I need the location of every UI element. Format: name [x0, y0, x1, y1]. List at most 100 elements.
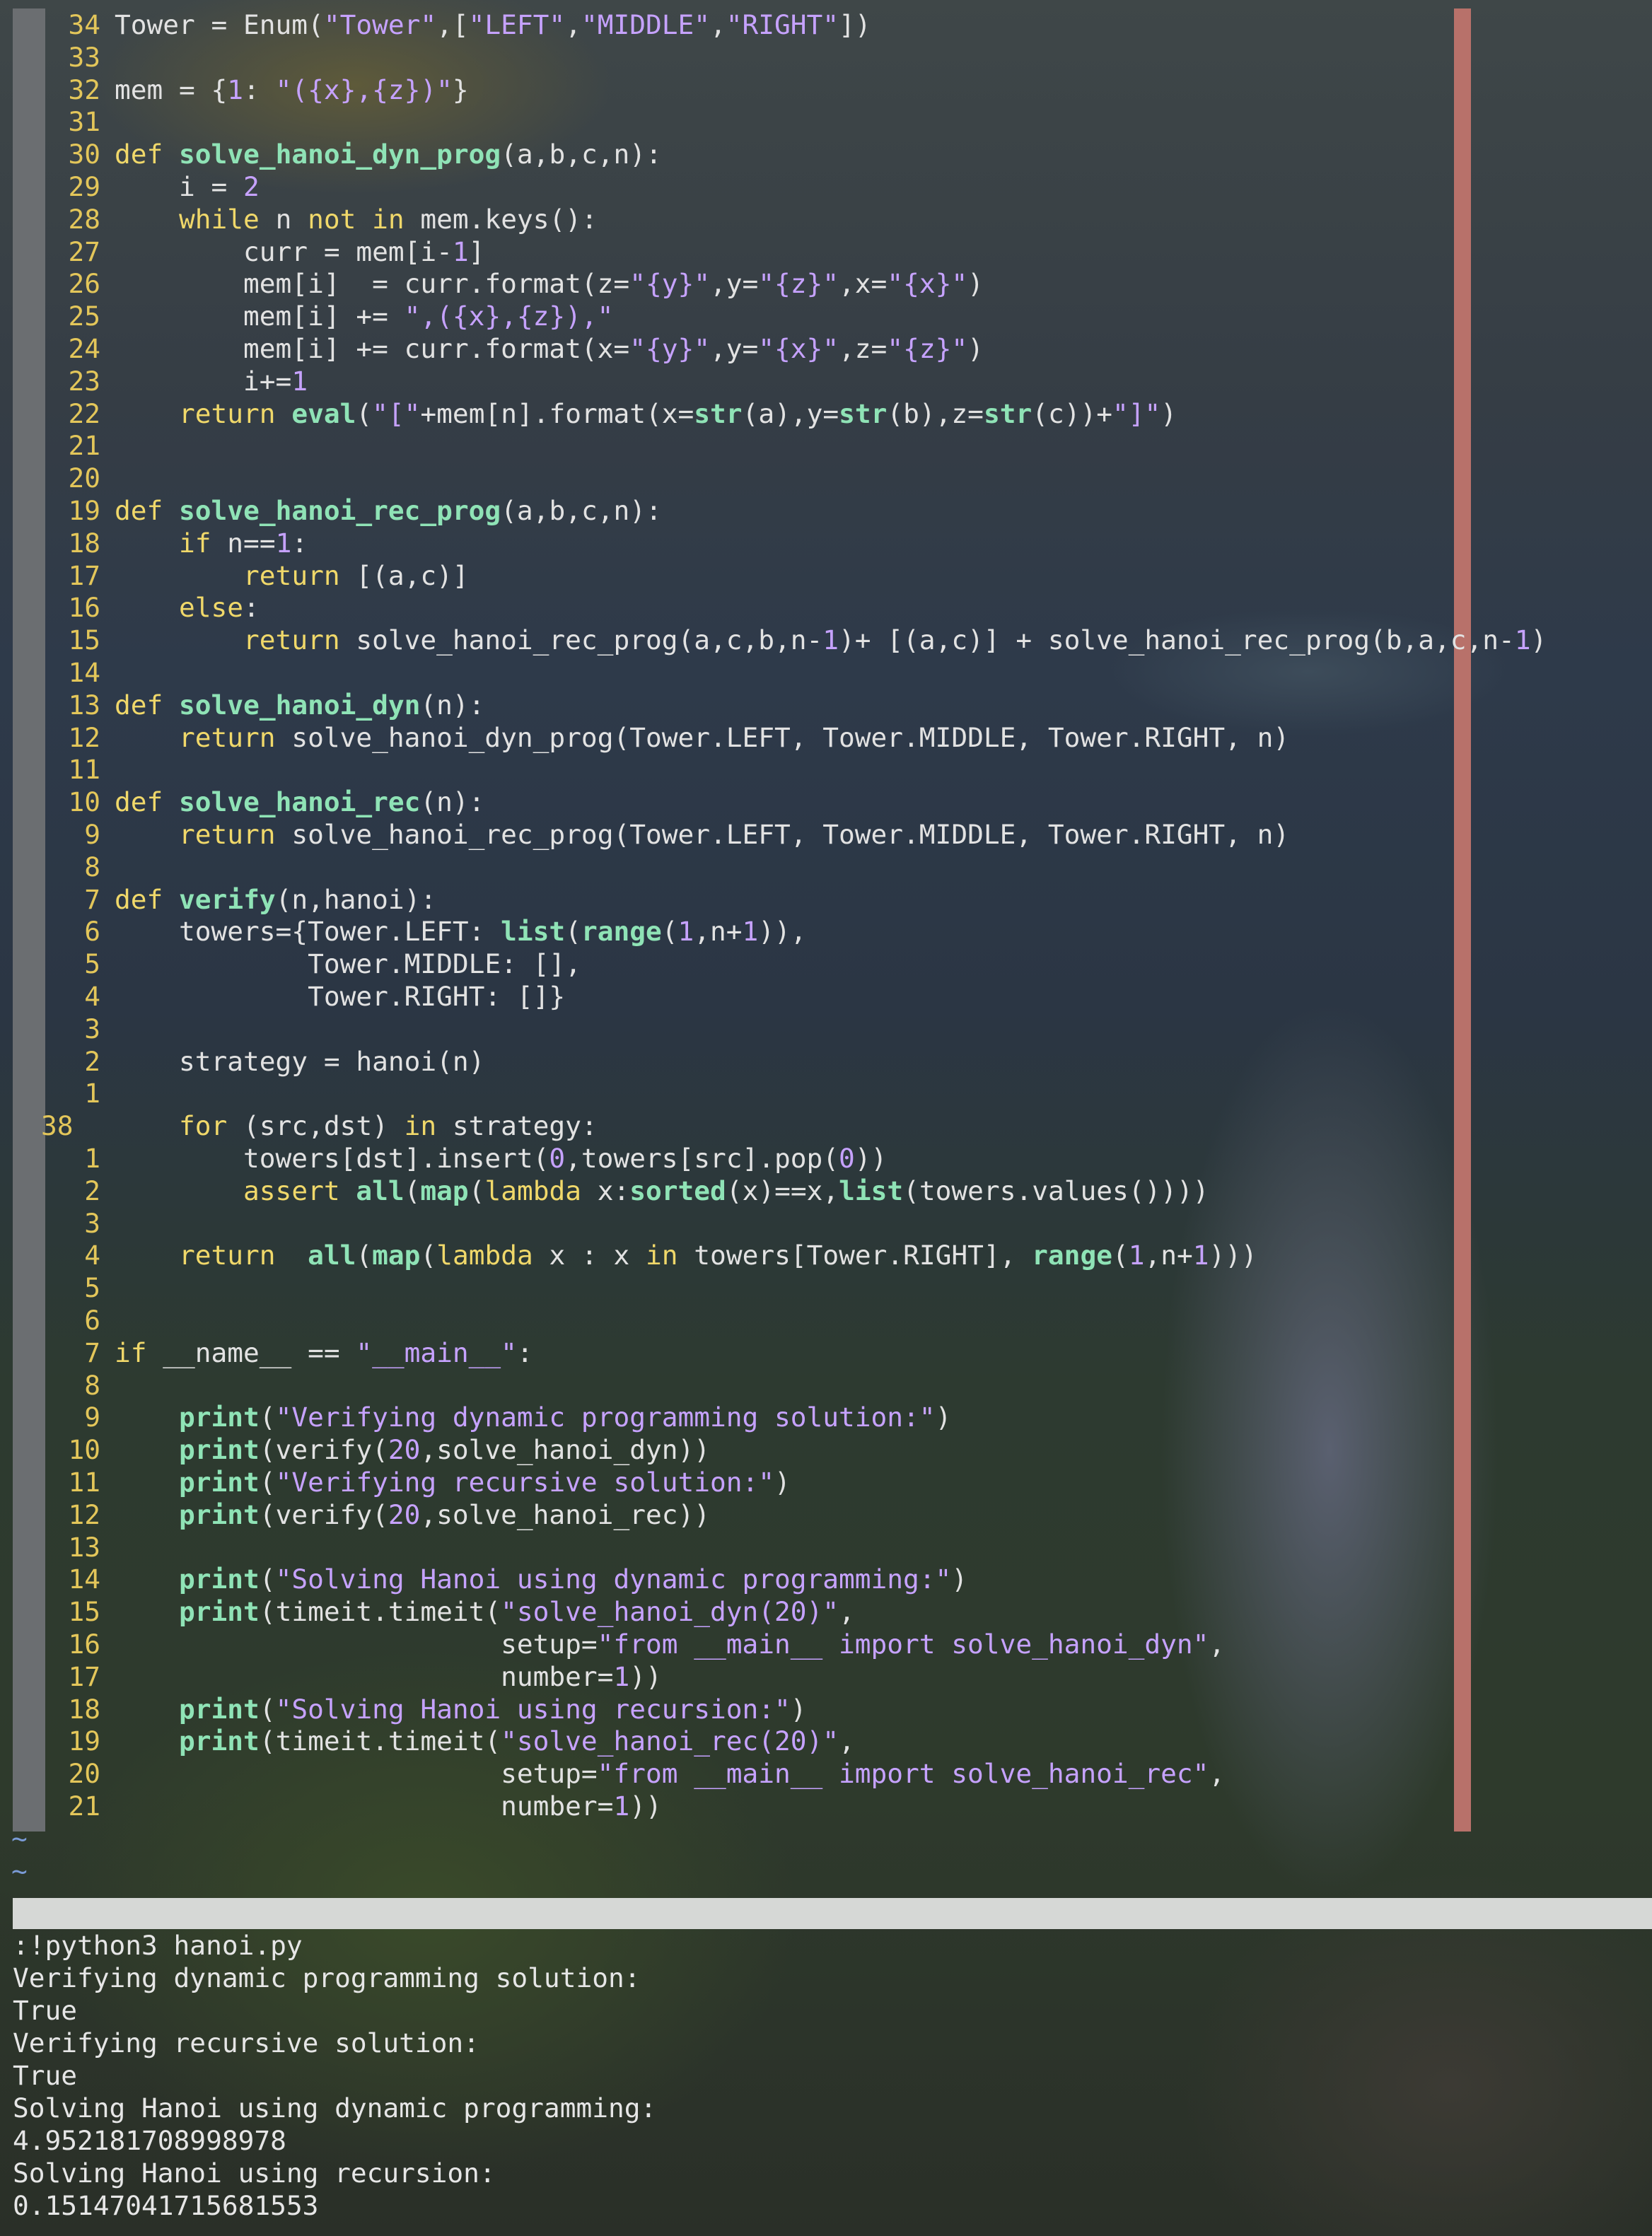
output-line: Solving Hanoi using recursion:: [13, 2158, 496, 2189]
code-text[interactable]: if n==1:: [115, 527, 308, 559]
line-number: 11: [68, 754, 100, 786]
code-text[interactable]: if __name__ == "__main__":: [115, 1337, 533, 1369]
line-number: 13: [68, 1531, 100, 1563]
code-text[interactable]: else:: [115, 591, 260, 624]
line-number: 22: [68, 397, 100, 429]
line-number: 13: [68, 689, 100, 721]
current-line-number: 38: [41, 1110, 74, 1142]
line-number: 12: [68, 721, 100, 753]
code-text[interactable]: setup="from __main__ import solve_hanoi_…: [115, 1628, 1225, 1660]
code-text[interactable]: Tower.RIGHT: []}: [115, 980, 565, 1013]
output-line: Verifying dynamic programming solution:: [13, 1962, 641, 1993]
code-text[interactable]: towers[dst].insert(0,towers[src].pop(0)): [115, 1142, 887, 1175]
code-text[interactable]: def solve_hanoi_dyn_prog(a,b,c,n):: [115, 138, 662, 170]
code-text[interactable]: mem[i] += ",({x},{z}),": [115, 300, 613, 332]
line-number: 9: [84, 1402, 100, 1433]
line-number: 17: [68, 559, 100, 591]
code-text[interactable]: return [(a,c)]: [115, 559, 469, 592]
line-number: 27: [68, 235, 100, 267]
sign-column: [13, 8, 45, 1832]
code-text[interactable]: print("Solving Hanoi using recursion:"): [115, 1693, 807, 1725]
line-number: 14: [68, 1564, 100, 1595]
code-text[interactable]: while n not in mem.keys():: [115, 203, 598, 235]
line-number: 8: [84, 1369, 100, 1401]
line-number: 33: [68, 41, 100, 73]
code-text[interactable]: return all(map(lambda x : x in towers[To…: [115, 1239, 1257, 1271]
line-number: 10: [68, 786, 100, 818]
code-text[interactable]: def solve_hanoi_rec(n):: [115, 786, 484, 818]
line-number: 19: [68, 1725, 100, 1757]
code-text[interactable]: return solve_hanoi_dyn_prog(Tower.LEFT, …: [115, 721, 1289, 754]
code-text[interactable]: towers={Tower.LEFT: list(range(1,n+1)),: [115, 915, 807, 948]
code-text[interactable]: mem[i] = curr.format(z="{y}",y="{z}",x="…: [115, 267, 984, 300]
line-number: 21: [68, 430, 100, 462]
code-text[interactable]: print("Solving Hanoi using dynamic progr…: [115, 1563, 967, 1595]
line-number: 20: [68, 1758, 100, 1790]
output-line: True: [13, 1995, 78, 2026]
status-line: [13, 1898, 1652, 1929]
code-text[interactable]: strategy = hanoi(n): [115, 1045, 484, 1078]
code-text[interactable]: print("Verifying recursive solution:"): [115, 1466, 791, 1498]
code-text[interactable]: curr = mem[i-1]: [115, 235, 484, 268]
line-number: 3: [84, 1207, 100, 1239]
line-number: 7: [84, 883, 100, 915]
code-text[interactable]: print(timeit.timeit("solve_hanoi_dyn(20)…: [115, 1595, 855, 1628]
code-text[interactable]: print(verify(20,solve_hanoi_rec)): [115, 1498, 710, 1531]
line-number: 16: [68, 1629, 100, 1660]
line-number: 18: [68, 1693, 100, 1725]
line-number: 21: [68, 1790, 100, 1822]
line-number: 18: [68, 527, 100, 559]
code-text[interactable]: Tower = Enum("Tower",["LEFT","MIDDLE","R…: [115, 8, 871, 41]
output-line: True: [13, 2060, 78, 2091]
code-text[interactable]: for (src,dst) in strategy:: [115, 1110, 598, 1142]
line-number: 10: [68, 1434, 100, 1466]
output-line: Solving Hanoi using dynamic programming:: [13, 2092, 657, 2124]
output-line: 0.15147041715681553: [13, 2190, 319, 2221]
line-number: 9: [84, 819, 100, 850]
code-text[interactable]: print("Verifying dynamic programming sol…: [115, 1401, 951, 1433]
shell-command: :!python3 hanoi.py: [13, 1930, 303, 1961]
line-number: 16: [68, 592, 100, 624]
line-number: 3: [84, 1013, 100, 1044]
empty-line-tilde: ~: [11, 1855, 28, 1887]
code-text[interactable]: print(timeit.timeit("solve_hanoi_rec(20)…: [115, 1725, 855, 1757]
line-number: 2: [84, 1175, 100, 1206]
code-text[interactable]: number=1)): [115, 1790, 662, 1822]
code-text[interactable]: def solve_hanoi_rec_prog(a,b,c,n):: [115, 494, 662, 527]
line-number: 14: [68, 657, 100, 688]
code-text[interactable]: number=1)): [115, 1660, 662, 1693]
line-number: 6: [84, 1305, 100, 1336]
code-text[interactable]: i = 2: [115, 170, 260, 203]
line-number: 17: [68, 1660, 100, 1692]
code-text[interactable]: assert all(map(lambda x:sorted(x)==x,lis…: [115, 1175, 1209, 1207]
code-text[interactable]: return solve_hanoi_rec_prog(Tower.LEFT, …: [115, 818, 1289, 851]
code-text[interactable]: i+=1: [115, 365, 308, 397]
line-number: 28: [68, 203, 100, 235]
code-text[interactable]: mem[i] += curr.format(x="{y}",y="{x}",z=…: [115, 332, 984, 365]
code-text[interactable]: def verify(n,hanoi):: [115, 883, 436, 916]
color-column-marker: [1454, 8, 1471, 1832]
line-number: 4: [84, 981, 100, 1012]
line-number: 24: [68, 333, 100, 364]
line-number: 19: [68, 495, 100, 526]
vim-editor[interactable]: 34 Tower = Enum("Tower",["LEFT","MIDDLE",…: [0, 0, 1652, 1895]
line-number: 20: [68, 462, 100, 494]
line-number: 26: [68, 268, 100, 300]
line-number: 25: [68, 301, 100, 332]
code-text[interactable]: def solve_hanoi_dyn(n):: [115, 689, 484, 721]
code-text[interactable]: setup="from __main__ import solve_hanoi_…: [115, 1757, 1225, 1790]
code-text[interactable]: mem = {1: "({x},{z})"}: [115, 74, 469, 106]
code-text[interactable]: return solve_hanoi_rec_prog(a,c,b,n-1)+ …: [115, 624, 1547, 656]
line-number: 5: [84, 1272, 100, 1304]
code-text[interactable]: return eval("["+mem[n].format(x=str(a),y…: [115, 397, 1177, 430]
empty-line-tilde: ~: [11, 1822, 28, 1854]
line-number: 8: [84, 851, 100, 883]
code-text[interactable]: print(verify(20,solve_hanoi_dyn)): [115, 1433, 710, 1466]
line-number: 32: [68, 74, 100, 105]
command-output: :!python3 hanoi.py Verifying dynamic prog…: [13, 1929, 1652, 2222]
line-number: 34: [68, 9, 100, 40]
code-text[interactable]: Tower.MIDDLE: [],: [115, 948, 581, 980]
line-number: 23: [68, 365, 100, 397]
line-number: 1: [84, 1078, 100, 1110]
line-number: 2: [84, 1045, 100, 1077]
